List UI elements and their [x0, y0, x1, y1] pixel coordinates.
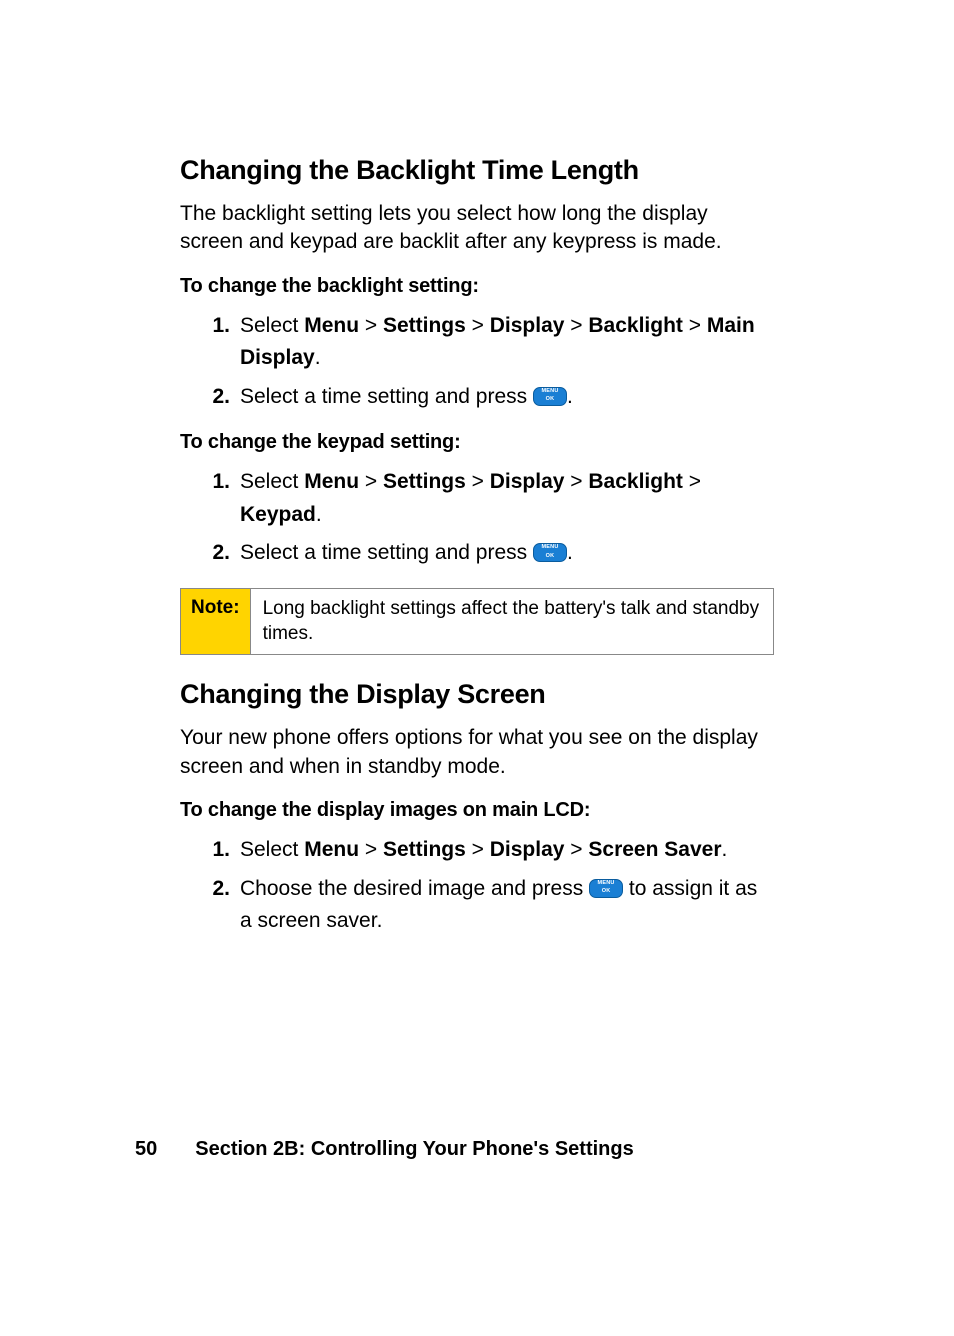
subheader-backlight-setting: To change the backlight setting: [180, 275, 774, 298]
separator: > [683, 314, 707, 337]
separator: > [466, 314, 490, 337]
menu-path-item: Menu [304, 470, 359, 493]
menu-path-item: Display [490, 470, 565, 493]
separator: > [466, 470, 490, 493]
menu-path-item: Backlight [588, 314, 683, 337]
menu-path-item: Keypad [240, 503, 316, 526]
menu-path-item: Settings [383, 314, 466, 337]
step-text: Select a time setting and press [240, 541, 533, 564]
steps-backlight-main: 1. Select Menu > Settings > Display > Ba… [180, 310, 774, 414]
separator: > [359, 314, 383, 337]
list-item: 2. Select a time setting and press . [240, 381, 774, 414]
note-box: Note: Long backlight settings affect the… [180, 588, 774, 655]
subheader-keypad-setting: To change the keypad setting: [180, 431, 774, 454]
list-item: 1. Select Menu > Settings > Display > Ba… [240, 466, 774, 531]
page-number: 50 [135, 1138, 157, 1160]
step-text: Select [240, 838, 304, 861]
step-text: Choose the desired image and press [240, 877, 589, 900]
step-text: Select [240, 314, 304, 337]
menu-path-item: Display [490, 314, 565, 337]
intro-backlight: The backlight setting lets you select ho… [180, 200, 774, 257]
heading-display-screen: Changing the Display Screen [180, 679, 774, 710]
subheader-display-images: To change the display images on main LCD… [180, 799, 774, 822]
separator: > [683, 470, 701, 493]
step-number: 2. [190, 537, 230, 570]
note-label: Note: [181, 589, 251, 654]
list-item: 2. Select a time setting and press . [240, 537, 774, 570]
step-number: 1. [190, 310, 230, 343]
steps-screen-saver: 1. Select Menu > Settings > Display > Sc… [180, 834, 774, 938]
separator: > [466, 838, 490, 861]
page-footer: 50 Section 2B: Controlling Your Phone's S… [135, 1138, 634, 1161]
step-number: 1. [190, 466, 230, 499]
menu-path-item: Settings [383, 838, 466, 861]
period: . [315, 346, 321, 369]
period: . [722, 838, 728, 861]
menu-ok-key-icon [533, 387, 567, 406]
separator: > [359, 470, 383, 493]
step-number: 2. [190, 381, 230, 414]
menu-ok-key-icon [533, 543, 567, 562]
intro-display-screen: Your new phone offers options for what y… [180, 724, 774, 781]
separator: > [564, 470, 588, 493]
list-item: 2. Choose the desired image and press to… [240, 873, 774, 938]
step-text: Select [240, 470, 304, 493]
steps-backlight-keypad: 1. Select Menu > Settings > Display > Ba… [180, 466, 774, 570]
heading-backlight: Changing the Backlight Time Length [180, 155, 774, 186]
menu-ok-key-icon [589, 879, 623, 898]
separator: > [359, 838, 383, 861]
list-item: 1. Select Menu > Settings > Display > Ba… [240, 310, 774, 375]
list-item: 1. Select Menu > Settings > Display > Sc… [240, 834, 774, 867]
period: . [567, 541, 573, 564]
menu-path-item: Display [490, 838, 565, 861]
step-number: 2. [190, 873, 230, 906]
section-label: Section 2B: Controlling Your Phone's Set… [195, 1138, 634, 1160]
menu-path-item: Backlight [588, 470, 683, 493]
step-number: 1. [190, 834, 230, 867]
period: . [567, 385, 573, 408]
separator: > [564, 314, 588, 337]
period: . [316, 503, 322, 526]
menu-path-item: Menu [304, 314, 359, 337]
note-body: Long backlight settings affect the batte… [251, 589, 773, 654]
menu-path-item: Screen Saver [588, 838, 721, 861]
menu-path-item: Settings [383, 470, 466, 493]
menu-path-item: Menu [304, 838, 359, 861]
step-text: Select a time setting and press [240, 385, 533, 408]
separator: > [564, 838, 588, 861]
